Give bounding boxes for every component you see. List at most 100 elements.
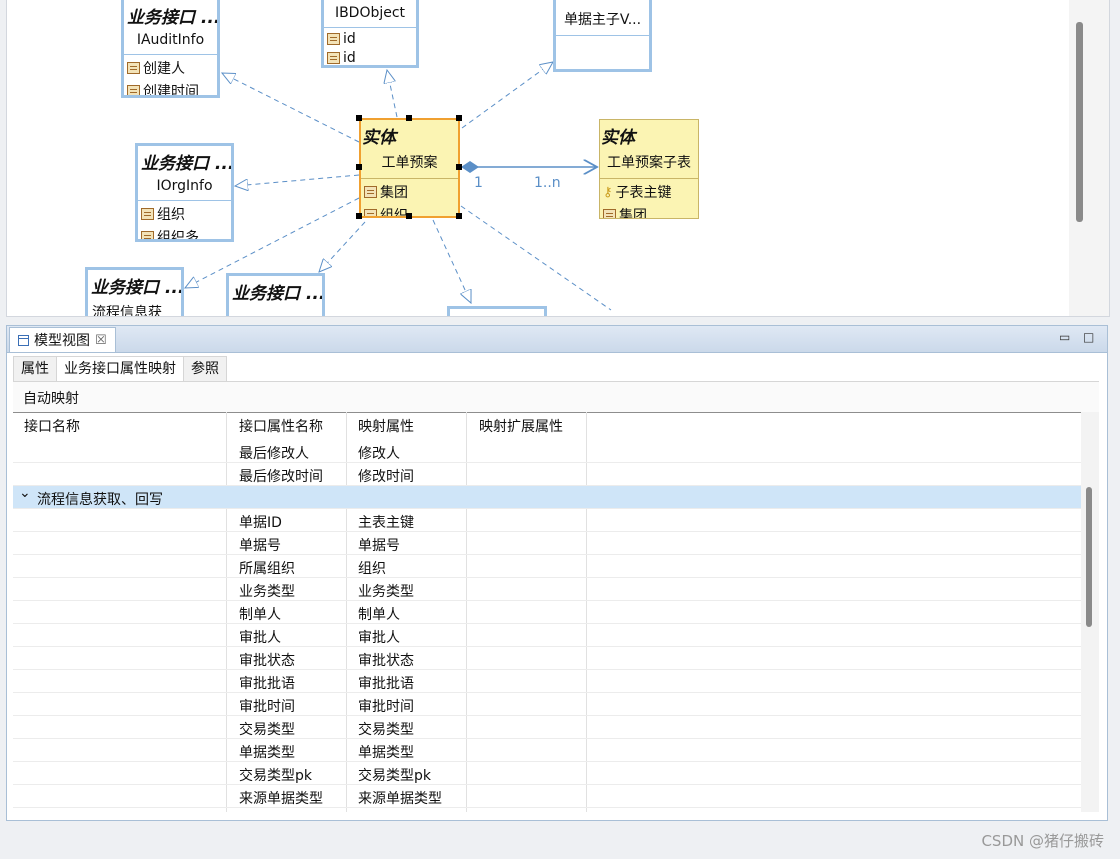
diagram-scrollbar[interactable] <box>1069 0 1109 316</box>
tab-model-view[interactable]: 模型视图 ☒ <box>9 327 116 352</box>
resize-handle[interactable] <box>406 213 412 219</box>
table-row[interactable]: 单据号 单据号 <box>13 532 1081 555</box>
class-name: IAuditInfo <box>136 32 205 48</box>
minimize-button[interactable]: ▭ <box>1059 330 1070 344</box>
column-header[interactable]: 接口属性名称 <box>239 416 323 436</box>
attribute-label: 集团 <box>380 185 408 201</box>
resize-handle[interactable] <box>356 213 362 219</box>
table-row[interactable]: 交易类型 交易类型 <box>13 716 1081 739</box>
attribute-row[interactable]: id <box>324 28 416 47</box>
attribute-row[interactable]: 集团 <box>600 202 698 219</box>
resize-handle[interactable] <box>356 164 362 170</box>
cell-mapped: 审批批语 <box>358 676 414 692</box>
attribute-row[interactable]: 组织 <box>138 201 231 224</box>
attribute-row[interactable]: 组织多 <box>138 224 231 239</box>
cell-attr: 交易类型 <box>239 722 295 738</box>
watermark: CSDN @猪仔搬砖 <box>981 832 1104 850</box>
stereotype-label: 业务接口 ... <box>232 284 325 304</box>
attribute-label: 集团 <box>619 208 647 219</box>
cell-attr: 单据ID <box>239 515 282 531</box>
resize-handle[interactable] <box>406 115 412 121</box>
cell-mapped: 主表主键 <box>358 515 414 531</box>
attribute-label: id <box>343 31 356 47</box>
table-row[interactable]: 最后修改人 修改人 <box>13 440 1081 463</box>
tab-reference[interactable]: 参照 <box>183 356 227 382</box>
class-name: IBDObject <box>334 5 406 21</box>
table-row[interactable]: 最后修改时间 修改时间 <box>13 463 1081 486</box>
diagram-canvas[interactable]: 业务接口 ... IAuditInfo 创建人 创建时间 IBDObject i… <box>6 0 1110 317</box>
attribute-row[interactable]: 创建人 <box>124 55 217 78</box>
column-header[interactable]: 映射属性 <box>358 416 414 436</box>
table-row[interactable]: 审批批语 审批批语 <box>13 670 1081 693</box>
divider <box>556 35 649 36</box>
realize-line-right <box>460 205 612 311</box>
table-row[interactable]: 所属组织 组织 <box>13 555 1081 578</box>
cell-attr: 审批人 <box>239 630 281 646</box>
cell-mapped: 审批状态 <box>358 653 414 669</box>
class-box-biz5[interactable]: 业务接口 ... <box>226 273 325 316</box>
table-scrollbar-thumb[interactable] <box>1086 487 1092 627</box>
group-row[interactable]: ⌄ 流程信息获取、回写 <box>13 485 1081 509</box>
table-row[interactable]: 审批时间 审批时间 <box>13 693 1081 716</box>
table-row[interactable]: 制单人 制单人 <box>13 601 1081 624</box>
table-row[interactable]: 业务类型 业务类型 <box>13 578 1081 601</box>
cell-mapped: 审批时间 <box>358 699 414 715</box>
model-view-panel: 模型视图 ☒ ▭ □ 属性 业务接口属性映射 参照 自动映射 接口名称 接口属性名… <box>6 325 1108 821</box>
table-row[interactable]: 交易类型pk 交易类型pk <box>13 762 1081 785</box>
cell-mapped: 修改时间 <box>358 469 414 485</box>
realize-line-biz5 <box>319 221 366 272</box>
tab-properties[interactable]: 属性 <box>13 356 57 382</box>
stereotype-label: 业务接口 ... <box>91 278 184 298</box>
table-row[interactable]: 来源单据类型 来源单据类型 <box>13 785 1081 808</box>
diagram-scrollbar-thumb[interactable] <box>1076 22 1083 222</box>
view-icon <box>18 334 29 346</box>
key-icon: ⚷ <box>603 184 613 200</box>
table-row[interactable]: 单据ID 主表主键 <box>13 509 1081 532</box>
table-row[interactable]: 审批状态 审批状态 <box>13 647 1081 670</box>
class-box-flowinfo[interactable]: 业务接口 ... 流程信息获 <box>85 267 184 316</box>
table-scrollbar[interactable] <box>1081 412 1099 812</box>
subtab-bar: 属性 业务接口属性映射 参照 <box>13 356 227 382</box>
column-header[interactable]: 映射扩展属性 <box>479 416 563 436</box>
class-box-ibdobject[interactable]: IBDObject id id <box>321 0 419 68</box>
cell-attr: 所属组织 <box>239 561 295 577</box>
cell-attr: 业务类型 <box>239 584 295 600</box>
class-box-iorginfo[interactable]: 业务接口 ... IOrgInfo 组织 组织多 <box>135 143 234 242</box>
attribute-label: 创建人 <box>143 61 185 77</box>
resize-handle[interactable] <box>456 164 462 170</box>
realize-line-bottom <box>432 219 471 303</box>
tab-interface-mapping[interactable]: 业务接口属性映射 <box>56 356 184 382</box>
entity-name: 工单预案子表 <box>607 155 691 171</box>
attribute-icon <box>327 52 340 64</box>
class-box-billmain[interactable]: 单据主子V... <box>553 0 652 72</box>
cell-attr: 来源单据类型 <box>239 791 323 807</box>
cell-mapped: 单据类型 <box>358 745 414 761</box>
class-box-bottom[interactable] <box>447 306 547 316</box>
maximize-button[interactable]: □ <box>1083 330 1094 344</box>
table-row[interactable]: 单据类型 单据类型 <box>13 739 1081 762</box>
attribute-row[interactable]: 创建时间 <box>124 78 217 95</box>
attribute-row[interactable]: id <box>324 47 416 65</box>
attribute-icon <box>364 209 377 216</box>
entity-name: 工单预案 <box>381 155 438 171</box>
attribute-icon <box>127 85 140 95</box>
attribute-row[interactable]: 集团 <box>361 179 458 202</box>
close-icon[interactable]: ☒ <box>95 333 107 348</box>
auto-map-button[interactable]: 自动映射 <box>23 388 79 408</box>
attribute-row[interactable]: ⚷ 子表主键 <box>600 179 698 202</box>
class-box-iauditinfo[interactable]: 业务接口 ... IAuditInfo 创建人 创建时间 <box>121 0 220 98</box>
entity-box-child[interactable]: 实体 工单预案子表 ⚷ 子表主键 集团 <box>599 119 699 219</box>
stereotype-label: 实体 <box>362 128 396 148</box>
table-row[interactable]: 审批人 审批人 <box>13 624 1081 647</box>
resize-handle[interactable] <box>456 115 462 121</box>
chevron-down-icon[interactable]: ⌄ <box>19 485 31 501</box>
realize-line-iaudit <box>222 73 360 143</box>
entity-box-main[interactable]: 实体 工单预案 集团 组织 <box>359 118 460 218</box>
mapping-table: 接口名称 接口属性名称 映射属性 映射扩展属性最后修改人 修改人 最后修改时间 修改时间 ⌄ 流… <box>13 412 1081 812</box>
column-header[interactable]: 接口名称 <box>24 416 80 436</box>
stereotype-label: 业务接口 ... <box>141 154 234 174</box>
resize-handle[interactable] <box>356 115 362 121</box>
realize-line-ibdobject <box>387 70 398 118</box>
attribute-icon <box>127 62 140 74</box>
resize-handle[interactable] <box>456 213 462 219</box>
